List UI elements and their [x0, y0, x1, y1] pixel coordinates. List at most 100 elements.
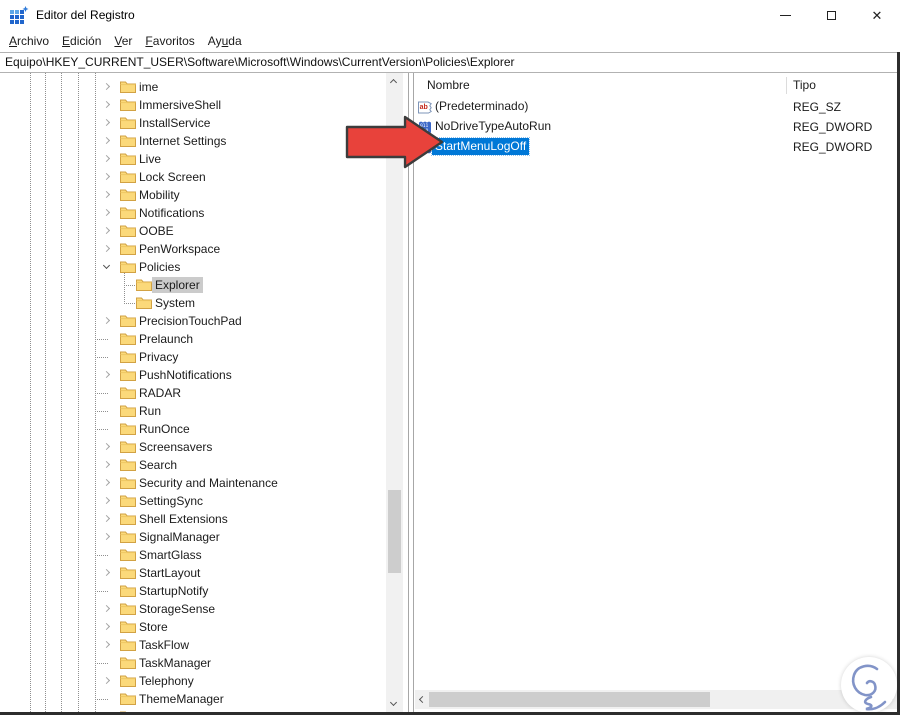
chevron-right-icon[interactable] [102, 316, 111, 325]
window-controls: ✕ [762, 0, 900, 30]
chevron-right-icon[interactable] [102, 478, 111, 487]
tree-item-internet-settings[interactable]: Internet Settings [0, 132, 386, 150]
scroll-left-icon[interactable] [418, 695, 427, 704]
column-separator[interactable] [786, 77, 787, 94]
tree-item-run[interactable]: Run [0, 402, 386, 420]
folder-icon [120, 404, 136, 417]
chevron-right-icon[interactable] [102, 172, 111, 181]
tree-item-lock-screen[interactable]: Lock Screen [0, 168, 386, 186]
folder-icon [120, 476, 136, 489]
folder-icon [120, 674, 136, 687]
chevron-right-icon[interactable] [102, 100, 111, 109]
chevron-right-icon[interactable] [102, 208, 111, 217]
tree-item-prelaunch[interactable]: Prelaunch [0, 330, 386, 348]
tree-item-label: InstallService [139, 116, 211, 130]
folder-icon [136, 296, 152, 309]
tree-item-taskmanager[interactable]: TaskManager [0, 654, 386, 672]
tree-item-thememanager[interactable]: ThemeManager [0, 690, 386, 708]
chevron-right-icon[interactable] [102, 190, 111, 199]
minimize-button[interactable] [762, 0, 808, 30]
value-type: REG_DWORD [793, 140, 873, 154]
column-header-nombre[interactable]: Nombre [427, 75, 470, 95]
menu-item-ayuda[interactable]: Ayuda [208, 34, 242, 48]
annotation-arrow-icon [344, 115, 446, 171]
folder-icon [120, 98, 136, 111]
horizontal-scrollbar[interactable] [415, 690, 897, 709]
tree-item-mobility[interactable]: Mobility [0, 186, 386, 204]
folder-icon [120, 350, 136, 363]
chevron-right-icon[interactable] [102, 154, 111, 163]
tree-item-signalmanager[interactable]: SignalManager [0, 528, 386, 546]
tree-item-oobe[interactable]: OOBE [0, 222, 386, 240]
tree-item-system[interactable]: System [0, 294, 386, 312]
folder-icon [120, 548, 136, 561]
chevron-right-icon[interactable] [102, 460, 111, 469]
chevron-right-icon[interactable] [102, 640, 111, 649]
tree-item-ime[interactable]: ime [0, 78, 386, 96]
tree-item-screensavers[interactable]: Screensavers [0, 438, 386, 456]
tree-item-radar[interactable]: RADAR [0, 384, 386, 402]
chevron-right-icon[interactable] [102, 82, 111, 91]
tree-item-live[interactable]: Live [0, 150, 386, 168]
tree-item-policies[interactable]: Policies [0, 258, 386, 276]
scroll-up-icon[interactable] [389, 78, 398, 87]
chevron-right-icon[interactable] [102, 244, 111, 253]
vertical-scrollbar-thumb[interactable] [388, 490, 401, 573]
tree-item-installservice[interactable]: InstallService [0, 114, 386, 132]
tree-item-immersiveshell[interactable]: ImmersiveShell [0, 96, 386, 114]
tree-item-runonce[interactable]: RunOnce [0, 420, 386, 438]
tree-item-label: PrecisionTouchPad [139, 314, 242, 328]
chevron-right-icon[interactable] [102, 514, 111, 523]
chevron-right-icon[interactable] [102, 118, 111, 127]
tree-item-store[interactable]: Store [0, 618, 386, 636]
menu-item-edici-n[interactable]: Edición [62, 34, 101, 48]
folder-icon [120, 656, 136, 669]
chevron-right-icon[interactable] [102, 604, 111, 613]
chevron-right-icon[interactable] [102, 136, 111, 145]
tree-item-storagesense[interactable]: StorageSense [0, 600, 386, 618]
tree-item-shell-extensions[interactable]: Shell Extensions [0, 510, 386, 528]
menu-item-favoritos[interactable]: Favoritos [145, 34, 194, 48]
tree-item-security-and-maintenance[interactable]: Security and Maintenance [0, 474, 386, 492]
menu-item-ver[interactable]: Ver [114, 34, 132, 48]
chevron-right-icon[interactable] [102, 568, 111, 577]
column-header-tipo[interactable]: Tipo [793, 75, 816, 95]
value-row-nodrivetypeautorun[interactable]: 011110NoDriveTypeAutoRunREG_DWORD [415, 117, 897, 137]
tree-item-startupnotify[interactable]: StartupNotify [0, 582, 386, 600]
chevron-right-icon[interactable] [102, 370, 111, 379]
chevron-right-icon[interactable] [102, 532, 111, 541]
tree-item-privacy[interactable]: Privacy [0, 348, 386, 366]
chevron-right-icon[interactable] [102, 496, 111, 505]
tree-item-telephony[interactable]: Telephony [0, 672, 386, 690]
folder-icon [120, 512, 136, 525]
scroll-down-icon[interactable] [389, 698, 398, 707]
tree-item-notifications[interactable]: Notifications [0, 204, 386, 222]
menu-item-archivo[interactable]: Archivo [9, 34, 49, 48]
folder-icon [120, 242, 136, 255]
tree-item-precisiontouchpad[interactable]: PrecisionTouchPad [0, 312, 386, 330]
value-row-predeterminado[interactable]: ab (Predeterminado) REG_SZ [415, 97, 897, 117]
horizontal-scrollbar-thumb[interactable] [429, 692, 710, 707]
value-row-startmenulogoff[interactable]: 011110StartMenuLogOffREG_DWORD [415, 137, 897, 157]
maximize-button[interactable] [808, 0, 854, 30]
chevron-right-icon[interactable] [102, 442, 111, 451]
chevron-right-icon[interactable] [102, 676, 111, 685]
tree-item-search[interactable]: Search [0, 456, 386, 474]
tree-item-smartglass[interactable]: SmartGlass [0, 546, 386, 564]
chevron-right-icon[interactable] [102, 622, 111, 631]
svg-text:ab: ab [420, 104, 428, 111]
tree-item-label: Policies [139, 260, 181, 274]
tree-item-pushnotifications[interactable]: PushNotifications [0, 366, 386, 384]
address-bar[interactable]: Equipo\HKEY_CURRENT_USER\Software\Micros… [0, 52, 900, 73]
chevron-right-icon[interactable] [102, 226, 111, 235]
folder-icon [120, 80, 136, 93]
tree-item-explorer[interactable]: Explorer [0, 276, 386, 294]
tree-item-settingsync[interactable]: SettingSync [0, 492, 386, 510]
tree-item-startlayout[interactable]: StartLayout [0, 564, 386, 582]
tree-item-taskflow[interactable]: TaskFlow [0, 636, 386, 654]
tree-item-penworkspace[interactable]: PenWorkspace [0, 240, 386, 258]
folder-icon [120, 602, 136, 615]
close-button[interactable]: ✕ [854, 0, 900, 30]
chevron-down-icon[interactable] [102, 261, 111, 270]
tree-item-label: PenWorkspace [139, 242, 221, 256]
